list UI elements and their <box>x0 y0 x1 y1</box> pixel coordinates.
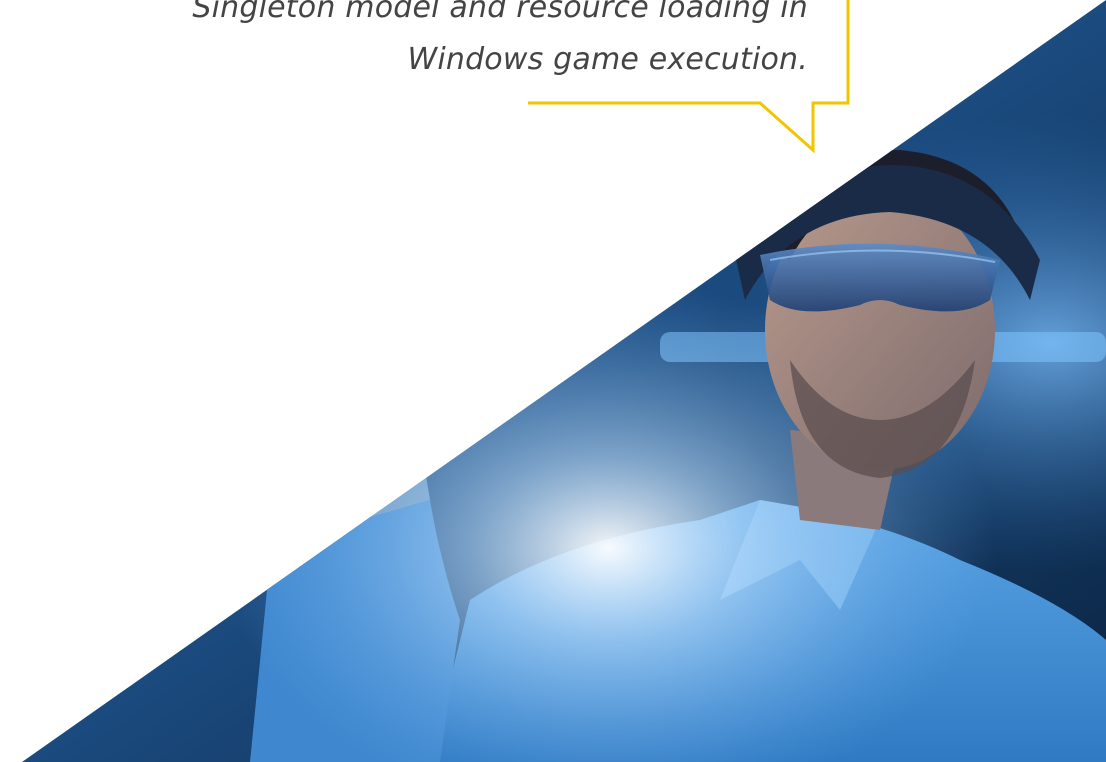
quote-line-2: Windows game execution. <box>407 42 808 77</box>
quote-line-1: Singleton model and resource loading in <box>192 0 808 25</box>
quote-text: Singleton model and resource loading in … <box>60 0 808 86</box>
ar-headset-photo <box>22 0 1106 762</box>
photo-illustration <box>22 0 1106 762</box>
hero-slide: Singleton model and resource loading in … <box>0 0 1106 762</box>
